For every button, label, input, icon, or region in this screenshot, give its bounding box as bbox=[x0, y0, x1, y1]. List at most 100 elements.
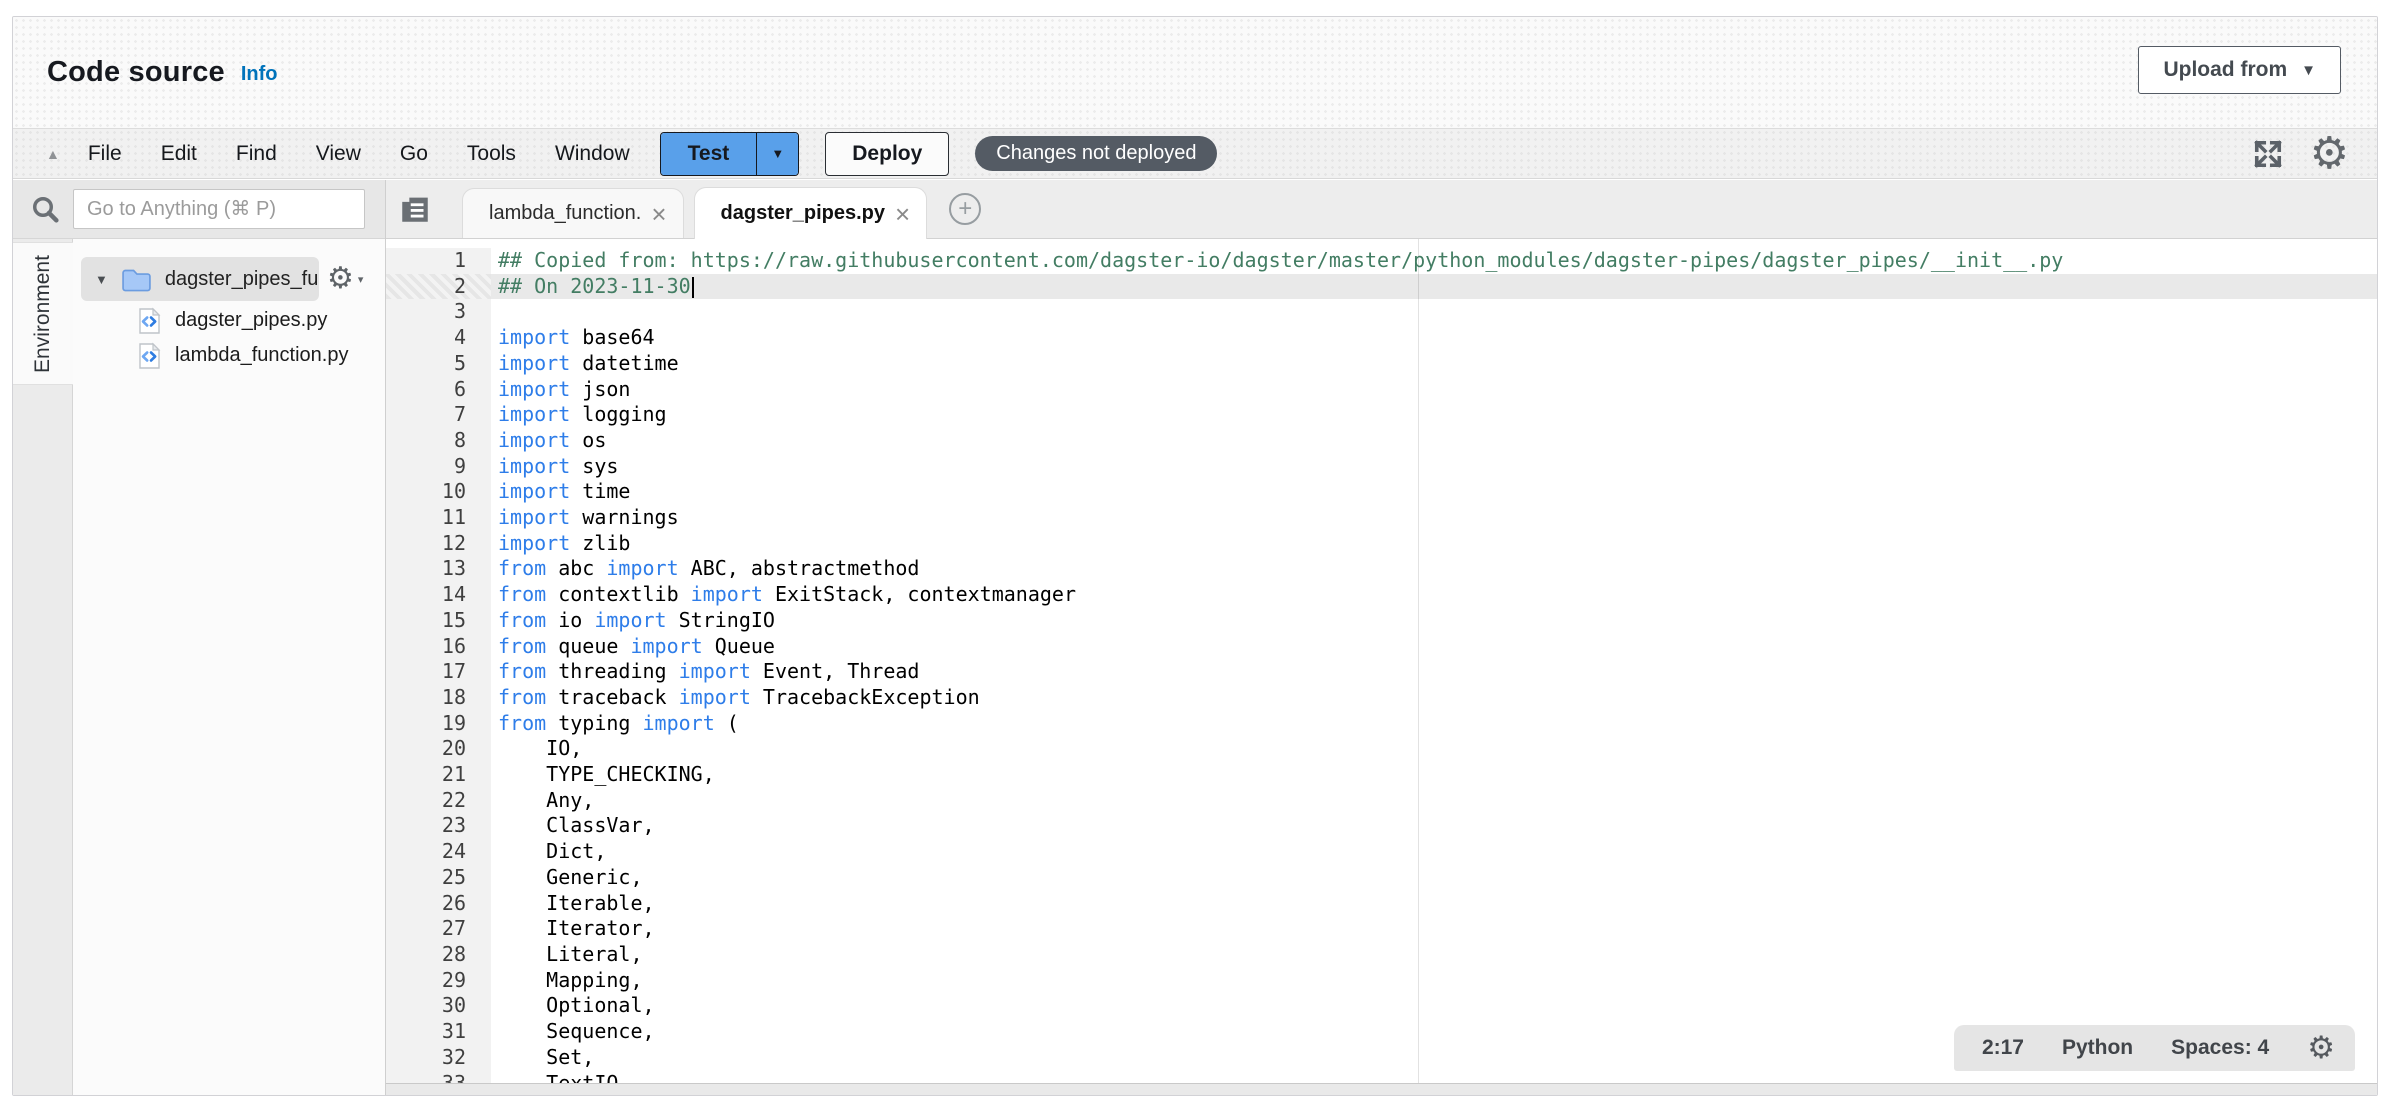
code-line[interactable]: 24 Dict, bbox=[386, 839, 2377, 865]
tree-settings-button[interactable]: ⚙ ▾ bbox=[327, 264, 363, 294]
code-line[interactable]: 18from traceback import TracebackExcepti… bbox=[386, 685, 2377, 711]
code-text: import base64 bbox=[491, 325, 2377, 351]
menu-view[interactable]: View bbox=[316, 142, 361, 166]
code-line[interactable]: 1## Copied from: https://raw.githubuserc… bbox=[386, 248, 2377, 274]
code-text: Any, bbox=[491, 788, 2377, 814]
code-line[interactable]: 10import time bbox=[386, 479, 2377, 505]
menu-file[interactable]: File bbox=[88, 142, 122, 166]
tab-lambda-function[interactable]: lambda_function. × bbox=[462, 188, 684, 238]
plus-icon: + bbox=[958, 195, 972, 223]
menu-edit[interactable]: Edit bbox=[161, 142, 197, 166]
collapse-panel-icon[interactable]: ▲ bbox=[46, 146, 60, 162]
folder-dagster-pipes-function[interactable]: ▼ dagster_pipes_funct bbox=[81, 257, 319, 301]
code-text: from abc import ABC, abstractmethod bbox=[491, 556, 2377, 582]
expander-down-icon[interactable]: ▼ bbox=[95, 272, 108, 287]
code-line[interactable]: 33 TextIO bbox=[386, 1071, 2377, 1084]
code-line[interactable]: 30 Optional, bbox=[386, 993, 2377, 1019]
menu-find[interactable]: Find bbox=[236, 142, 277, 166]
code-line[interactable]: 12import zlib bbox=[386, 531, 2377, 557]
editor-settings-gear-icon[interactable]: ⚙ bbox=[2307, 1033, 2335, 1064]
ide-settings-gear-icon[interactable]: ⚙ bbox=[2310, 132, 2349, 176]
code-line[interactable]: 21 TYPE_CHECKING, bbox=[386, 762, 2377, 788]
code-line[interactable]: 26 Iterable, bbox=[386, 891, 2377, 917]
tab-label: dagster_pipes.py bbox=[721, 202, 886, 225]
text-cursor bbox=[692, 277, 694, 298]
close-icon[interactable]: × bbox=[651, 201, 666, 227]
tab-list-icon[interactable] bbox=[398, 192, 432, 226]
code-text: import warnings bbox=[491, 505, 2377, 531]
menu-go[interactable]: Go bbox=[400, 142, 428, 166]
upload-from-button[interactable]: Upload from ▼ bbox=[2138, 46, 2341, 94]
line-number: 4 bbox=[386, 325, 491, 351]
goto-anything-input[interactable] bbox=[73, 189, 365, 229]
code-text: Mapping, bbox=[491, 968, 2377, 994]
tab-dagster-pipes[interactable]: dagster_pipes.py × bbox=[694, 187, 928, 239]
line-number: 17 bbox=[386, 659, 491, 685]
code-line[interactable]: 13from abc import ABC, abstractmethod bbox=[386, 556, 2377, 582]
bottom-panel-divider[interactable] bbox=[386, 1083, 2377, 1095]
line-number: 25 bbox=[386, 865, 491, 891]
indentation-setting[interactable]: Spaces: 4 bbox=[2171, 1036, 2269, 1060]
code-line[interactable]: 7import logging bbox=[386, 402, 2377, 428]
new-tab-button[interactable]: + bbox=[949, 193, 981, 225]
line-number: 27 bbox=[386, 916, 491, 942]
deploy-button[interactable]: Deploy bbox=[825, 132, 949, 176]
menu-window[interactable]: Window bbox=[555, 142, 630, 166]
environment-tab[interactable]: Environment bbox=[13, 242, 73, 385]
tree-file-lambda-function[interactable]: lambda_function.py bbox=[73, 338, 385, 373]
code-source-card: Code source Info Upload from ▼ ▲ File Ed… bbox=[12, 16, 2378, 1096]
code-line[interactable]: 3 bbox=[386, 299, 2377, 325]
code-line[interactable]: 11import warnings bbox=[386, 505, 2377, 531]
test-dropdown-button[interactable]: ▼ bbox=[756, 133, 798, 175]
sidebar: Environment ▼ dagster_pipes_funct bbox=[13, 180, 386, 1095]
tab-bar: lambda_function. × dagster_pipes.py × + bbox=[386, 180, 2377, 239]
code-line[interactable]: 6import json bbox=[386, 377, 2377, 403]
chevron-down-icon: ▾ bbox=[358, 273, 364, 286]
test-button[interactable]: Test bbox=[661, 133, 757, 175]
line-number: 15 bbox=[386, 608, 491, 634]
code-text: import zlib bbox=[491, 531, 2377, 557]
code-line[interactable]: 9import sys bbox=[386, 454, 2377, 480]
code-text: import datetime bbox=[491, 351, 2377, 377]
code-text: IO, bbox=[491, 736, 2377, 762]
code-editor[interactable]: 1## Copied from: https://raw.githubuserc… bbox=[386, 239, 2377, 1083]
page-title: Code source bbox=[47, 56, 225, 89]
code-line[interactable]: 20 IO, bbox=[386, 736, 2377, 762]
line-number: 8 bbox=[386, 428, 491, 454]
code-line[interactable]: 19from typing import ( bbox=[386, 711, 2377, 737]
code-line[interactable]: 25 Generic, bbox=[386, 865, 2377, 891]
code-line[interactable]: 8import os bbox=[386, 428, 2377, 454]
goto-anything-bar bbox=[13, 180, 385, 239]
code-text: ClassVar, bbox=[491, 813, 2377, 839]
tree-folder-row: ▼ dagster_pipes_funct ⚙ ▾ bbox=[81, 257, 385, 301]
code-line[interactable]: 23 ClassVar, bbox=[386, 813, 2377, 839]
language-mode[interactable]: Python bbox=[2062, 1036, 2133, 1060]
code-line[interactable]: 16from queue import Queue bbox=[386, 634, 2377, 660]
code-line[interactable]: 2## On 2023-11-30 bbox=[386, 274, 2377, 300]
folder-icon bbox=[121, 267, 152, 292]
code-line[interactable]: 27 Iterator, bbox=[386, 916, 2377, 942]
code-line[interactable]: 17from threading import Event, Thread bbox=[386, 659, 2377, 685]
chevron-down-icon: ▼ bbox=[771, 146, 784, 161]
code-text: from threading import Event, Thread bbox=[491, 659, 2377, 685]
code-line[interactable]: 29 Mapping, bbox=[386, 968, 2377, 994]
code-line[interactable]: 5import datetime bbox=[386, 351, 2377, 377]
code-line[interactable]: 4import base64 bbox=[386, 325, 2377, 351]
fullscreen-icon[interactable] bbox=[2250, 136, 2286, 172]
tree-file-dagster-pipes[interactable]: dagster_pipes.py bbox=[73, 303, 385, 338]
cursor-position[interactable]: 2:17 bbox=[1982, 1036, 2024, 1060]
code-line[interactable]: 22 Any, bbox=[386, 788, 2377, 814]
close-icon[interactable]: × bbox=[895, 201, 910, 227]
code-line[interactable]: 14from contextlib import ExitStack, cont… bbox=[386, 582, 2377, 608]
upload-from-label: Upload from bbox=[2163, 58, 2287, 82]
code-line[interactable]: 15from io import StringIO bbox=[386, 608, 2377, 634]
info-link[interactable]: Info bbox=[241, 63, 278, 86]
line-number: 9 bbox=[386, 454, 491, 480]
code-text: import os bbox=[491, 428, 2377, 454]
line-number: 7 bbox=[386, 402, 491, 428]
code-text: Generic, bbox=[491, 865, 2377, 891]
card-header: Code source Info Upload from ▼ bbox=[13, 17, 2377, 129]
code-line[interactable]: 28 Literal, bbox=[386, 942, 2377, 968]
menu-tools[interactable]: Tools bbox=[467, 142, 516, 166]
line-number: 2 bbox=[386, 274, 491, 300]
